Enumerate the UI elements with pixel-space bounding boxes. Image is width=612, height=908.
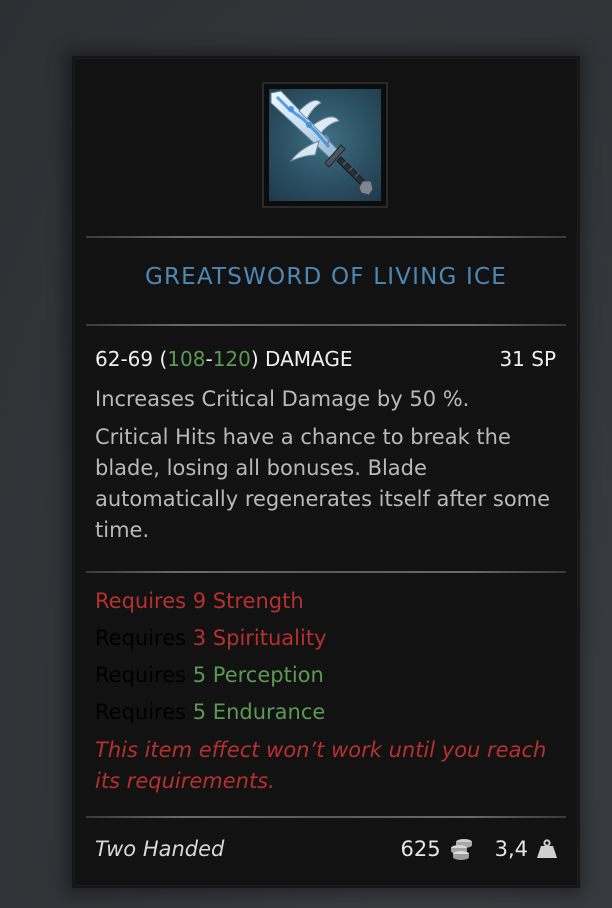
requirement-perception: Requires 5 Perception [95, 660, 324, 691]
requirements-warning: This item effect won’t work until you re… [95, 738, 547, 793]
requirement-value: 5 Endurance [192, 700, 326, 724]
requirement-prefix: Requires [95, 626, 193, 650]
effect-critical-damage: Increases Critical Damage by 50 %. [95, 387, 470, 411]
handedness: Two Handed [95, 837, 225, 861]
requirement-value: 9 Strength [192, 589, 304, 613]
damage-label: DAMAGE [258, 347, 353, 371]
sp-cost: 31 SP [499, 347, 556, 371]
divider [86, 571, 566, 573]
damage-stat: 62-69 (108-120) DAMAGE [95, 347, 353, 371]
greatsword-icon [270, 90, 374, 196]
item-icon-background [269, 89, 381, 201]
divider [86, 816, 566, 818]
weight-icon [537, 839, 557, 858]
item-icon-frame [262, 82, 388, 208]
requirement-value: 5 Perception [192, 663, 324, 687]
item-tooltip: GREATSWORD OF LIVING ICE 62-69 (108-120)… [72, 56, 580, 888]
requirement-prefix: Requires [95, 589, 193, 613]
damage-dash: - [205, 347, 213, 371]
damage-bonus-max: 120 [212, 347, 251, 371]
item-value-weight: 625 3,4 [401, 837, 559, 861]
requirement-strength: Requires 9 Strength [95, 586, 304, 617]
divider [86, 324, 566, 326]
weight-value: 3,4 [494, 837, 528, 861]
damage-open-paren: ( [153, 347, 168, 371]
damage-row: 62-69 (108-120) DAMAGE 31 SP [95, 347, 556, 371]
requirement-prefix: Requires [95, 663, 193, 687]
damage-bonus-min: 108 [167, 347, 206, 371]
requirement-endurance: Requires 5 Endurance [95, 697, 325, 728]
requirement-prefix: Requires [95, 700, 193, 724]
requirement-value: 3 Spirituality [192, 626, 327, 650]
divider [86, 236, 566, 238]
item-name: GREATSWORD OF LIVING ICE [144, 264, 508, 290]
damage-close-paren: ) [250, 347, 259, 371]
price-value: 625 [400, 837, 441, 861]
effect-blade-break: Critical Hits have a chance to break the… [95, 425, 551, 542]
requirement-spirituality: Requires 3 Spirituality [95, 623, 327, 654]
coins-icon [450, 839, 472, 860]
damage-base: 62-69 [95, 347, 154, 371]
